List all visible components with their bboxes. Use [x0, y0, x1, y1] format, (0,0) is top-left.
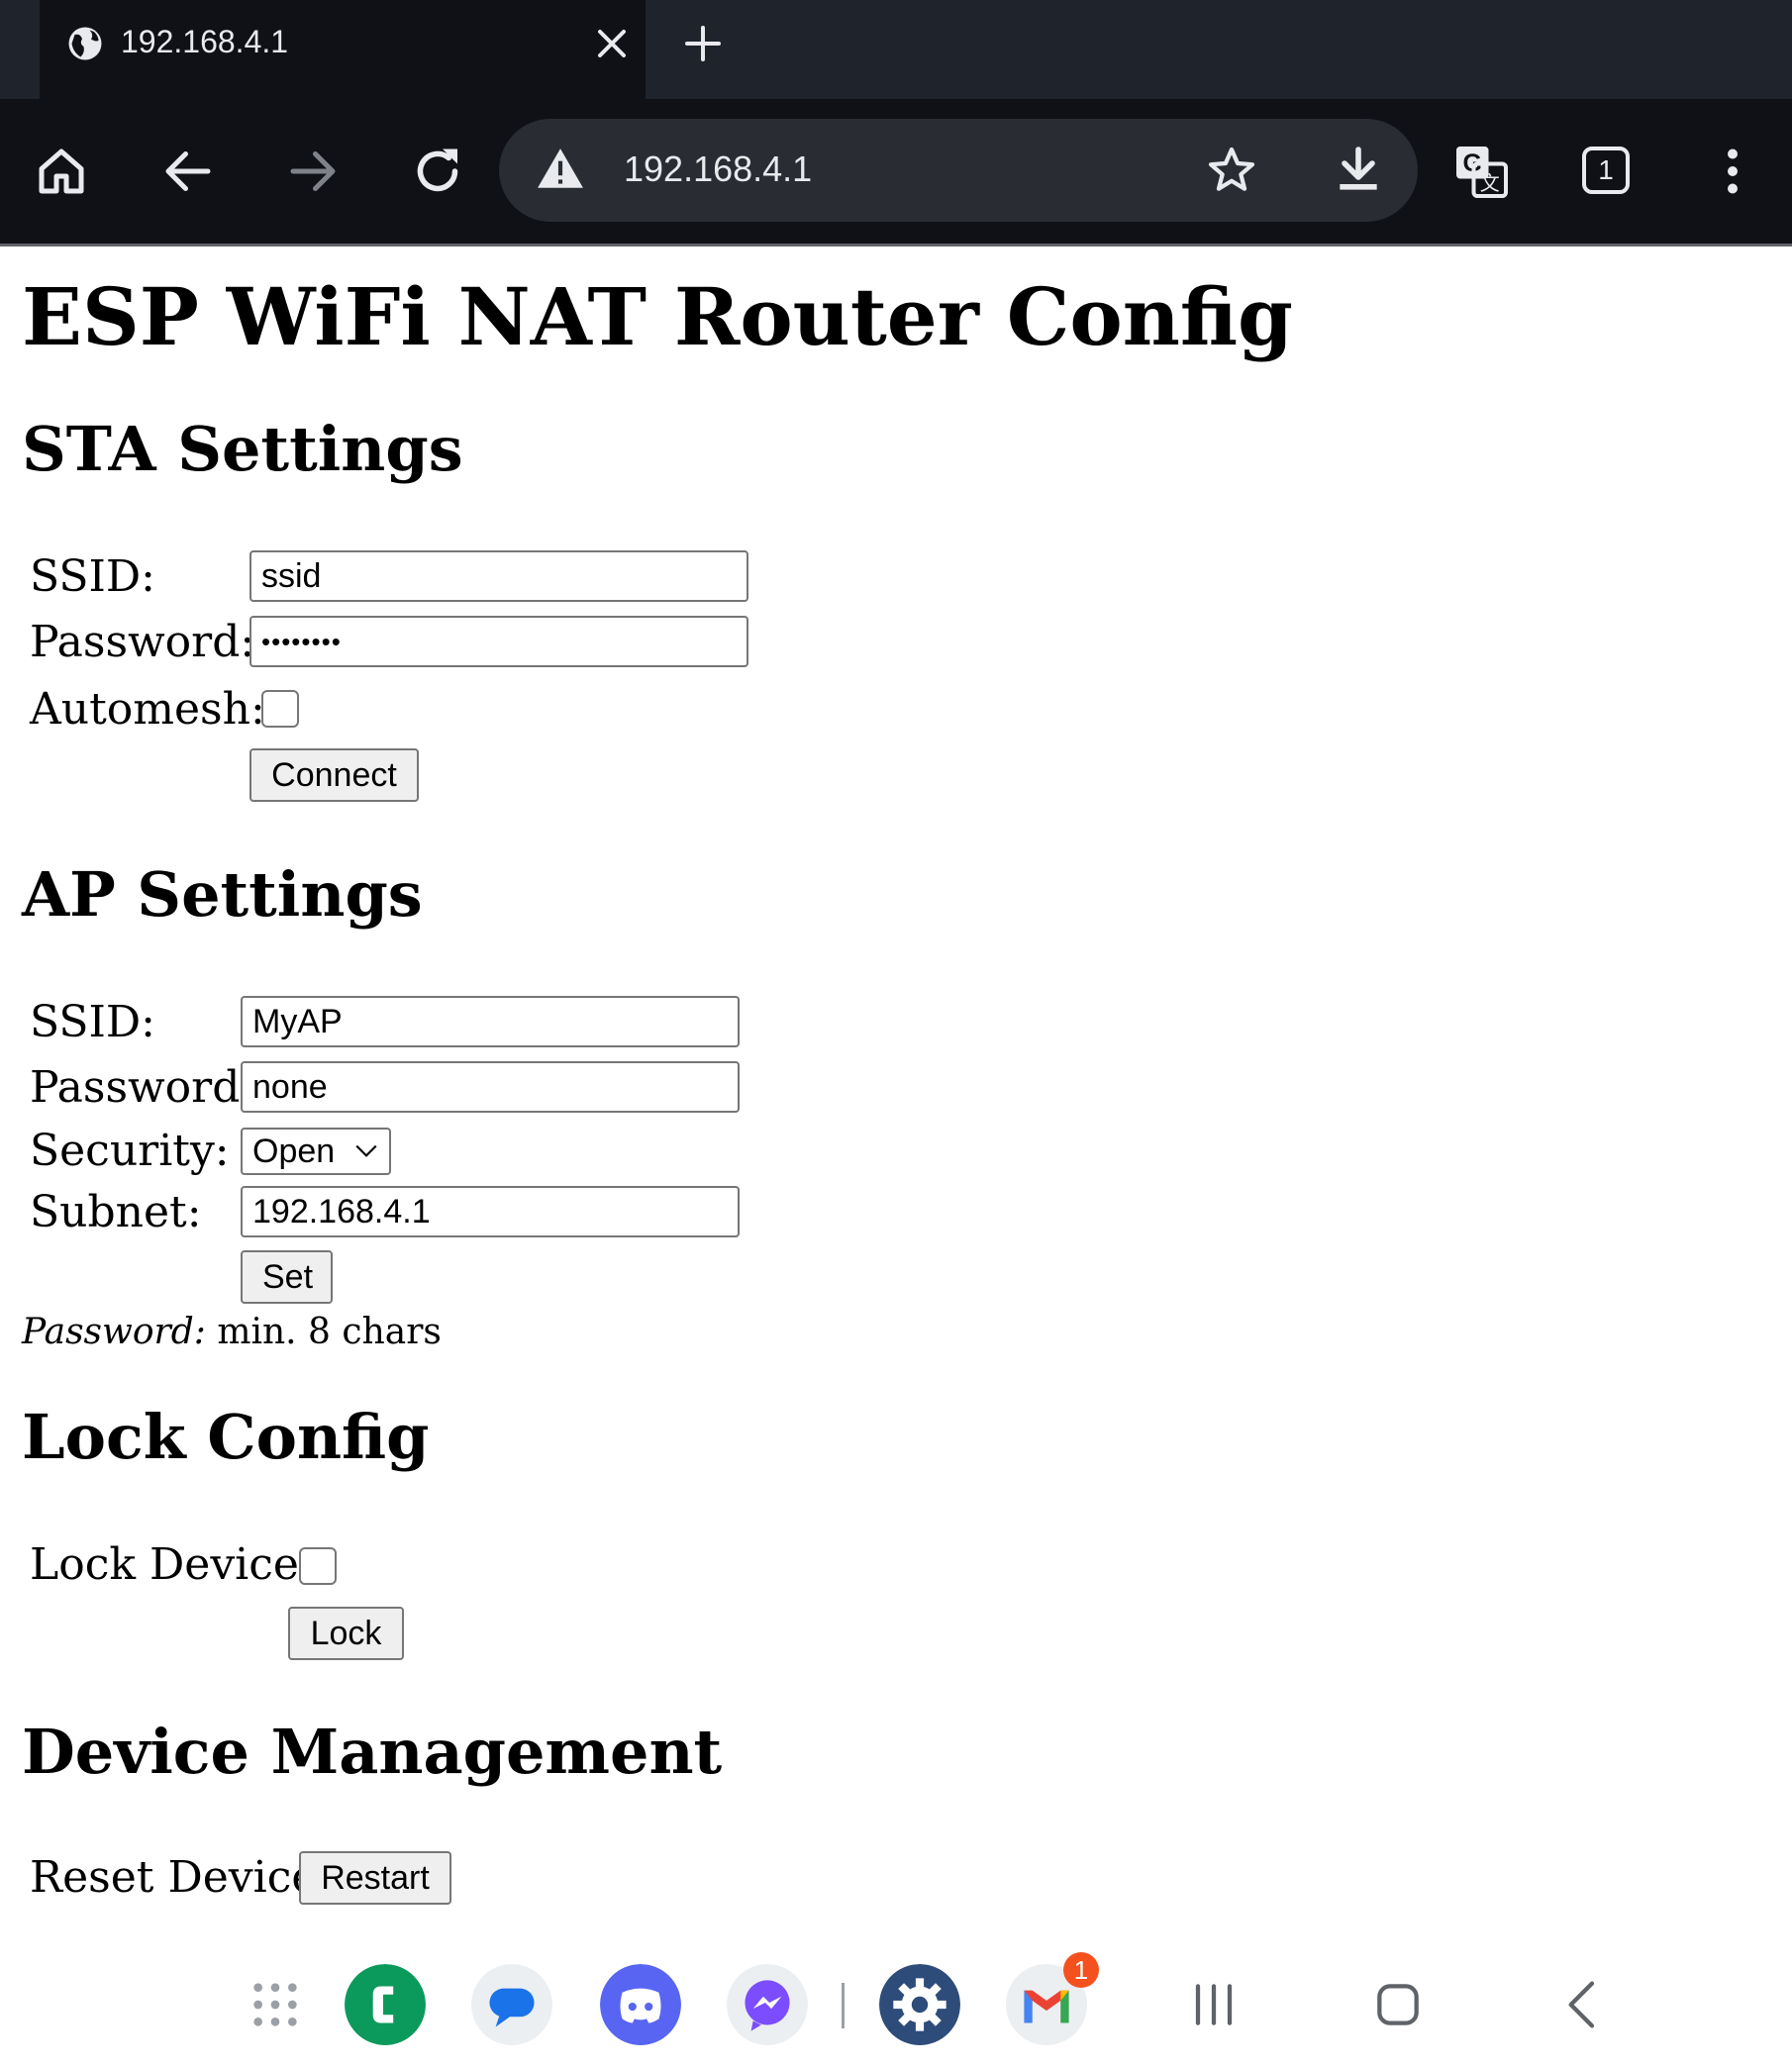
forward-arrow-icon[interactable] — [283, 142, 343, 201]
lock-button[interactable]: Lock — [288, 1607, 404, 1660]
settings-gear-icon[interactable] — [879, 1964, 960, 2045]
dock-divider — [842, 1983, 845, 2028]
translate-icon[interactable]: G 文 — [1451, 142, 1511, 201]
set-button[interactable]: Set — [241, 1250, 333, 1304]
device-management-heading: Device Management — [22, 1716, 723, 1788]
warning-icon[interactable] — [535, 145, 586, 194]
globe-icon — [68, 27, 102, 60]
automesh-checkbox[interactable] — [261, 690, 299, 728]
home-icon[interactable] — [32, 142, 91, 201]
tab-strip: 192.168.4.1 — [0, 0, 1792, 99]
download-icon[interactable] — [1331, 143, 1386, 198]
messenger-app-icon[interactable] — [727, 1964, 808, 2045]
more-menu-icon[interactable] — [1703, 142, 1762, 201]
security-selected-value: Open — [252, 1132, 336, 1170]
url-text[interactable]: 192.168.4.1 — [624, 148, 812, 190]
tab-switcher-button[interactable]: 1 — [1582, 147, 1630, 194]
tab-count: 1 — [1598, 154, 1614, 185]
subnet-label: Subnet: — [30, 1187, 202, 1237]
security-label: Security: — [30, 1126, 230, 1176]
address-bar[interactable]: 192.168.4.1 — [499, 119, 1418, 222]
ap-settings-heading: AP Settings — [22, 858, 423, 931]
page-title: ESP WiFi NAT Router Config — [22, 270, 1293, 363]
notification-badge: 1 — [1063, 1952, 1099, 1988]
lock-config-heading: Lock Config — [22, 1401, 430, 1473]
sta-settings-heading: STA Settings — [22, 413, 463, 485]
page-content: ESP WiFi NAT Router Config STA Settings … — [0, 246, 1792, 1910]
ap-password-input[interactable]: none — [241, 1061, 740, 1113]
sta-password-input[interactable]: •••••••• — [249, 616, 748, 667]
password-note: Password: min. 8 chars — [22, 1312, 442, 1352]
ap-ssid-input[interactable]: MyAP — [241, 996, 740, 1047]
new-tab-icon[interactable] — [679, 20, 727, 67]
connect-button[interactable]: Connect — [249, 748, 419, 802]
browser-tab[interactable]: 192.168.4.1 — [40, 0, 646, 99]
system-navigation-bar: 1 — [0, 1910, 1792, 2068]
home-button-icon[interactable] — [1366, 1973, 1430, 2036]
security-select[interactable]: Open — [241, 1128, 391, 1175]
discord-app-icon[interactable] — [600, 1964, 681, 2045]
back-button-icon[interactable] — [1552, 1973, 1616, 2036]
ap-ssid-label: SSID: — [30, 997, 155, 1047]
gmail-app[interactable]: 1 — [1006, 1952, 1099, 2045]
password-note-text: min. 8 chars — [205, 1312, 442, 1352]
back-arrow-icon[interactable] — [158, 142, 218, 201]
app-drawer-icon[interactable] — [249, 1979, 301, 2030]
subnet-input[interactable]: 192.168.4.1 — [241, 1186, 740, 1237]
sta-ssid-label: SSID: — [30, 551, 155, 602]
restart-button[interactable]: Restart — [299, 1851, 451, 1905]
password-note-emphasis: Password: — [22, 1312, 206, 1352]
reload-icon[interactable] — [408, 142, 467, 201]
tab-title: 192.168.4.1 — [121, 24, 289, 59]
sta-ssid-input[interactable]: ssid — [249, 550, 748, 602]
automesh-label: Automesh: — [30, 684, 265, 735]
chevron-down-icon — [355, 1144, 377, 1157]
lock-device-label: Lock Device: — [30, 1539, 314, 1590]
bookmark-star-icon[interactable] — [1204, 143, 1259, 198]
phone-app-icon[interactable] — [345, 1964, 426, 2045]
ap-password-label: Password: — [30, 1062, 255, 1113]
reset-device-label: Reset Device: — [30, 1852, 333, 1903]
messages-app-icon[interactable] — [471, 1964, 552, 2045]
lock-device-checkbox[interactable] — [299, 1547, 337, 1585]
sta-password-label: Password: — [30, 617, 255, 667]
svg-text:文: 文 — [1480, 172, 1500, 195]
close-icon[interactable] — [588, 20, 636, 67]
recent-apps-icon[interactable] — [1182, 1973, 1245, 2036]
